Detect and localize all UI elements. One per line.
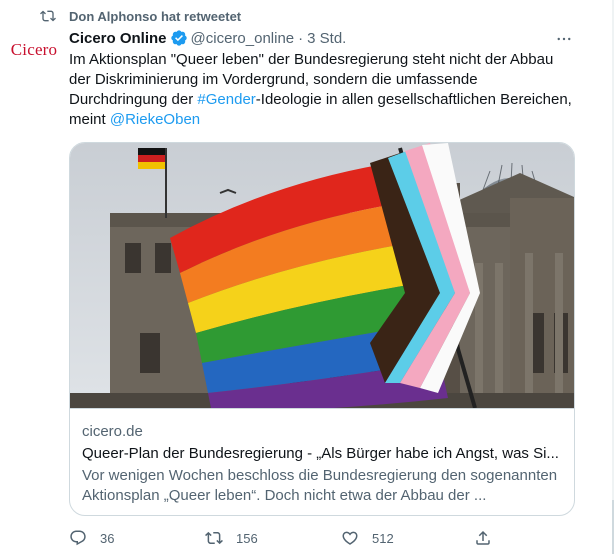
card-domain: cicero.de bbox=[82, 423, 143, 440]
mention-link[interactable]: @RiekeOben bbox=[110, 111, 200, 128]
tweet-header: Cicero Online @cicero_online · 3 Std. bbox=[69, 28, 346, 48]
more-options-button[interactable] bbox=[553, 30, 575, 48]
link-card[interactable]: cicero.de Queer-Plan der Bundesregierung… bbox=[69, 142, 575, 516]
like-button[interactable]: 512 bbox=[341, 526, 394, 550]
verified-badge-icon bbox=[170, 30, 187, 46]
author-handle[interactable]: @cicero_online bbox=[191, 30, 295, 47]
reichstag-pride-flag-image bbox=[70, 143, 574, 408]
tweet-text-segment: Durchdringung der bbox=[69, 91, 198, 108]
reply-icon bbox=[70, 530, 86, 546]
card-description-line: Aktionsplan „Queer leben“. Doch nicht et… bbox=[82, 487, 487, 504]
reply-button[interactable]: 36 bbox=[69, 526, 114, 550]
share-icon bbox=[476, 530, 490, 545]
retweet-count: 156 bbox=[236, 530, 258, 546]
tweet-line: meint @RiekeOben bbox=[69, 110, 589, 130]
heart-icon bbox=[342, 531, 358, 545]
action-bar: 36 156 512 bbox=[69, 526, 499, 550]
card-description: Vor wenigen Wochen beschloss die Bundesr… bbox=[82, 466, 560, 506]
tweet-text: Im Aktionsplan "Queer leben" der Bundesr… bbox=[69, 50, 589, 130]
retweet-label: Don Alphonso hat retweetet bbox=[69, 8, 242, 24]
author-name[interactable]: Cicero Online bbox=[69, 30, 167, 47]
share-button[interactable] bbox=[474, 526, 492, 550]
card-image[interactable] bbox=[70, 143, 574, 408]
retweet-context[interactable]: Don Alphonso hat retweetet bbox=[40, 5, 241, 27]
tweet-line: Im Aktionsplan "Queer leben" der Bundesr… bbox=[69, 51, 554, 68]
avatar-logo-text: Cicero bbox=[10, 40, 58, 59]
like-count: 512 bbox=[372, 530, 394, 546]
tweet-line: Durchdringung der #Gender-Ideologie in a… bbox=[69, 90, 589, 110]
tweet-text-segment: meint bbox=[69, 111, 110, 128]
tweet-line: der Diskriminierung im Vordergrund, sond… bbox=[69, 71, 478, 88]
tweet-timestamp[interactable]: 3 Std. bbox=[307, 30, 346, 47]
retweet-icon bbox=[40, 10, 56, 22]
card-title: Queer-Plan der Bundesregierung - „Als Bü… bbox=[82, 445, 559, 462]
more-icon bbox=[557, 37, 571, 41]
card-description-line: Vor wenigen Wochen beschloss die Bundesr… bbox=[82, 467, 558, 484]
hashtag-link[interactable]: #Gender bbox=[197, 91, 255, 108]
card-meta[interactable]: cicero.de Queer-Plan der Bundesregierung… bbox=[70, 408, 574, 515]
avatar[interactable]: Cicero bbox=[10, 38, 58, 62]
reply-count: 36 bbox=[100, 530, 115, 546]
separator-dot: · bbox=[298, 29, 304, 47]
retweet-button[interactable]: 156 bbox=[205, 526, 258, 550]
tweet-text-segment: -Ideologie in allen gesellschaftlichen B… bbox=[255, 91, 572, 108]
retweet-icon bbox=[205, 531, 223, 545]
